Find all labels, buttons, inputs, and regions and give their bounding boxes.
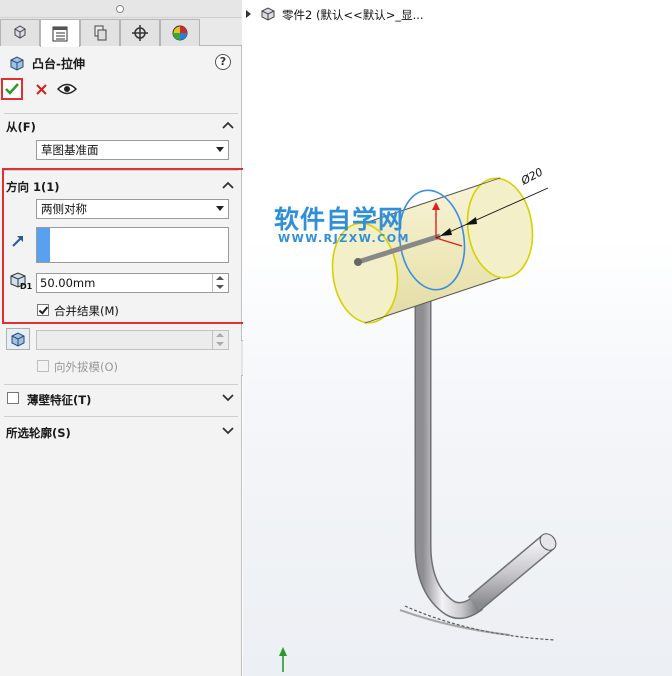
chevron-up-icon[interactable] [222, 181, 234, 189]
spin-up-icon[interactable] [216, 333, 224, 337]
tab-feature-manager[interactable] [0, 19, 40, 46]
section-divider [4, 113, 238, 114]
direction1-section-header[interactable]: 方向 1(1) [6, 179, 60, 195]
checkmark-icon [5, 83, 19, 95]
direction-selection-box[interactable] [36, 227, 229, 263]
watermark-url: WWW.RJZXW.COM [278, 232, 410, 245]
tab-display-manager[interactable] [160, 19, 200, 46]
configuration-icon [94, 25, 107, 41]
boss-extrude-icon [10, 56, 24, 71]
end-condition-select[interactable]: 两侧对称 [36, 199, 229, 219]
draft-outward-checkbox[interactable] [37, 360, 49, 372]
depth-input[interactable]: 50.00mm [36, 273, 229, 293]
draft-toggle-button[interactable] [6, 328, 30, 350]
depth-icon-label: D1 [20, 282, 33, 291]
chevron-down-icon[interactable] [222, 394, 234, 402]
eye-icon [57, 83, 77, 95]
panel-grip[interactable] [0, 0, 242, 18]
close-icon [35, 83, 47, 95]
cancel-button[interactable] [33, 80, 49, 98]
direction-arrow-icon[interactable] [11, 234, 25, 248]
tab-configuration-manager[interactable] [80, 19, 120, 46]
ok-button[interactable] [1, 78, 23, 100]
appearance-ball-icon [172, 25, 188, 41]
merge-result-label[interactable]: 合并结果(M) [54, 303, 119, 319]
watermark-title: 软件自学网 [274, 205, 405, 234]
section-divider [4, 416, 238, 417]
depth-spinner[interactable] [212, 274, 228, 292]
depth-value: 50.00mm [40, 276, 96, 290]
section-divider [4, 384, 238, 385]
draft-icon [11, 332, 25, 347]
hook-tip [468, 535, 554, 611]
section-divider [4, 170, 238, 171]
start-condition-value: 草图基准面 [41, 143, 99, 157]
help-icon[interactable]: ? [215, 54, 231, 70]
draft-outward-label[interactable]: 向外拔模(O) [54, 359, 118, 375]
shaft-end [354, 258, 362, 266]
dropdown-arrow-icon [216, 206, 224, 211]
chevron-up-icon[interactable] [222, 121, 234, 129]
end-condition-value: 两侧对称 [41, 202, 87, 216]
grip-dot-icon [116, 5, 124, 13]
thin-feature-header[interactable]: 薄壁特征(T) [27, 392, 91, 408]
expand-arrow-icon[interactable] [246, 10, 251, 18]
tab-dimxpert-manager[interactable] [120, 19, 160, 46]
property-manager-panel: 凸台-拉伸 ? 从(F) 草图基准面 方向 1(1) 两侧对称 D1 50.00… [0, 0, 242, 676]
thin-feature-checkbox[interactable] [7, 392, 19, 404]
feature-title: 凸台-拉伸 [32, 57, 85, 71]
tab-property-manager[interactable] [40, 19, 80, 47]
detailed-preview-button[interactable] [57, 81, 77, 97]
spin-down-icon[interactable] [216, 285, 224, 289]
start-condition-select[interactable]: 草图基准面 [36, 140, 229, 160]
property-list-icon [52, 26, 68, 41]
part-name-label[interactable]: 零件2 (默认<<默认>_显... [282, 7, 424, 23]
triad-arrow-icon [279, 647, 287, 656]
chevron-down-icon[interactable] [222, 427, 234, 435]
model-scene[interactable] [243, 0, 672, 676]
draft-angle-input[interactable] [36, 330, 229, 350]
crosshair-icon [132, 25, 148, 41]
feature-tree-icon [14, 25, 26, 39]
feature-title-row: 凸台-拉伸 ? [0, 50, 242, 76]
manager-tabs [0, 18, 242, 47]
selected-contours-header[interactable]: 所选轮廓(S) [6, 425, 71, 441]
depth-icon: D1 [8, 272, 32, 294]
part-icon [261, 7, 275, 21]
merge-result-checkbox[interactable] [37, 304, 49, 316]
selection-focus-indicator [37, 228, 50, 262]
from-section-header[interactable]: 从(F) [6, 119, 36, 135]
spin-down-icon[interactable] [216, 342, 224, 346]
draft-spinner[interactable] [212, 331, 228, 349]
spin-up-icon[interactable] [216, 276, 224, 280]
dropdown-arrow-icon [216, 147, 224, 152]
